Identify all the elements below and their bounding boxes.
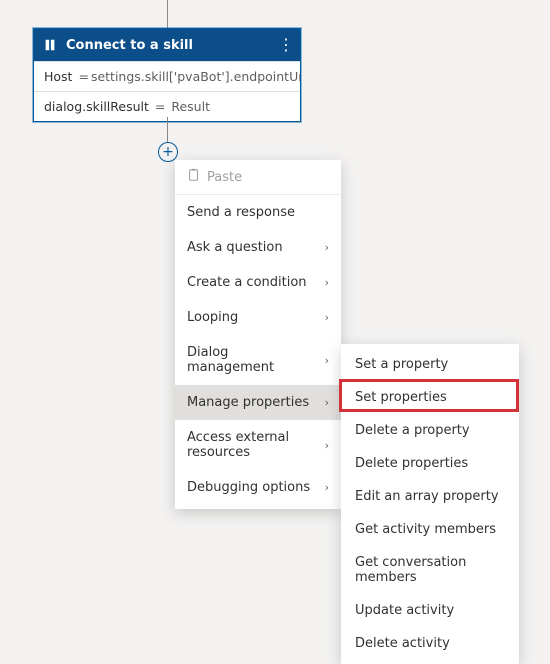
menu-item-dialog-management[interactable]: Dialog management › — [175, 335, 341, 385]
submenu-item-label: Delete a property — [355, 423, 470, 438]
host-value: settings.skill['pvaBot'].endpointUrl — [91, 69, 300, 84]
submenu-item-get-activity-members[interactable]: Get activity members — [341, 513, 519, 546]
skill-icon — [42, 37, 58, 53]
skill-card[interactable]: Connect to a skill ⋮ Host =settings.skil… — [33, 28, 301, 122]
chevron-right-icon: › — [325, 241, 329, 254]
menu-item-label: Debugging options — [187, 480, 310, 495]
submenu-item-label: Delete activity — [355, 636, 450, 651]
menu-item-label: Dialog management — [187, 345, 319, 375]
chevron-right-icon: › — [325, 276, 329, 289]
add-action-button[interactable]: + — [158, 142, 178, 162]
submenu-item-get-conversation-members[interactable]: Get conversation members — [341, 546, 519, 594]
menu-item-debugging-options[interactable]: Debugging options › — [175, 470, 341, 505]
menu-item-manage-properties[interactable]: Manage properties › — [175, 385, 341, 420]
paste-icon — [187, 168, 201, 186]
submenu-manage-properties: Set a property Set properties Delete a pro… — [341, 344, 519, 664]
menu-item-label: Ask a question — [187, 240, 283, 255]
menu-item-label: Send a response — [187, 205, 295, 220]
host-label: Host — [44, 69, 72, 84]
submenu-item-label: Set properties — [355, 390, 447, 405]
result-value: Result — [171, 99, 210, 114]
submenu-item-edit-an-array-property[interactable]: Edit an array property — [341, 480, 519, 513]
chevron-right-icon: › — [325, 481, 329, 494]
menu-item-create-a-condition[interactable]: Create a condition › — [175, 265, 341, 300]
submenu-list: Set a property Set properties Delete a pro… — [341, 348, 519, 660]
menu-item-looping[interactable]: Looping › — [175, 300, 341, 335]
menu-item-ask-a-question[interactable]: Ask a question › — [175, 230, 341, 265]
menu-item-send-a-response[interactable]: Send a response — [175, 195, 341, 230]
eq-sign-2: = — [155, 99, 165, 114]
submenu-item-delete-a-property[interactable]: Delete a property — [341, 414, 519, 447]
menu-item-label: Access external resources — [187, 430, 319, 460]
skill-card-header[interactable]: Connect to a skill ⋮ — [34, 29, 300, 61]
submenu-item-label: Delete properties — [355, 456, 468, 471]
plus-icon: + — [162, 145, 174, 159]
menu-list: Send a responseAsk a question›Create a c… — [175, 195, 341, 505]
eq-sign: = — [78, 69, 88, 84]
context-menu: Paste Send a responseAsk a question›Crea… — [175, 160, 341, 509]
flow-line-in — [167, 0, 168, 28]
submenu-item-label: Get activity members — [355, 522, 496, 537]
submenu-item-update-activity[interactable]: Update activity — [341, 594, 519, 627]
submenu-item-label: Edit an array property — [355, 489, 499, 504]
paste-label: Paste — [207, 170, 242, 185]
menu-item-label: Manage properties — [187, 395, 309, 410]
chevron-right-icon: › — [325, 396, 329, 409]
submenu-item-delete-properties[interactable]: Delete properties — [341, 447, 519, 480]
submenu-item-label: Update activity — [355, 603, 454, 618]
submenu-item-label: Get conversation members — [355, 555, 505, 585]
chevron-right-icon: › — [325, 354, 329, 367]
submenu-item-set-properties[interactable]: Set properties — [341, 381, 519, 414]
menu-item-label: Looping — [187, 310, 238, 325]
menu-item-label: Create a condition — [187, 275, 307, 290]
result-label: dialog.skillResult — [44, 99, 149, 114]
menu-item-access-external-resources[interactable]: Access external resources › — [175, 420, 341, 470]
card-row-host[interactable]: Host =settings.skill['pvaBot'].endpointU… — [34, 61, 300, 91]
flow-line-out — [167, 117, 168, 143]
skill-card-title: Connect to a skill — [66, 38, 278, 53]
submenu-item-label: Set a property — [355, 357, 448, 372]
paste-item: Paste — [175, 160, 341, 195]
chevron-right-icon: › — [325, 311, 329, 324]
chevron-right-icon: › — [325, 439, 329, 452]
submenu-item-delete-activity[interactable]: Delete activity — [341, 627, 519, 660]
submenu-item-set-a-property[interactable]: Set a property — [341, 348, 519, 381]
card-more-icon[interactable]: ⋮ — [278, 37, 292, 53]
